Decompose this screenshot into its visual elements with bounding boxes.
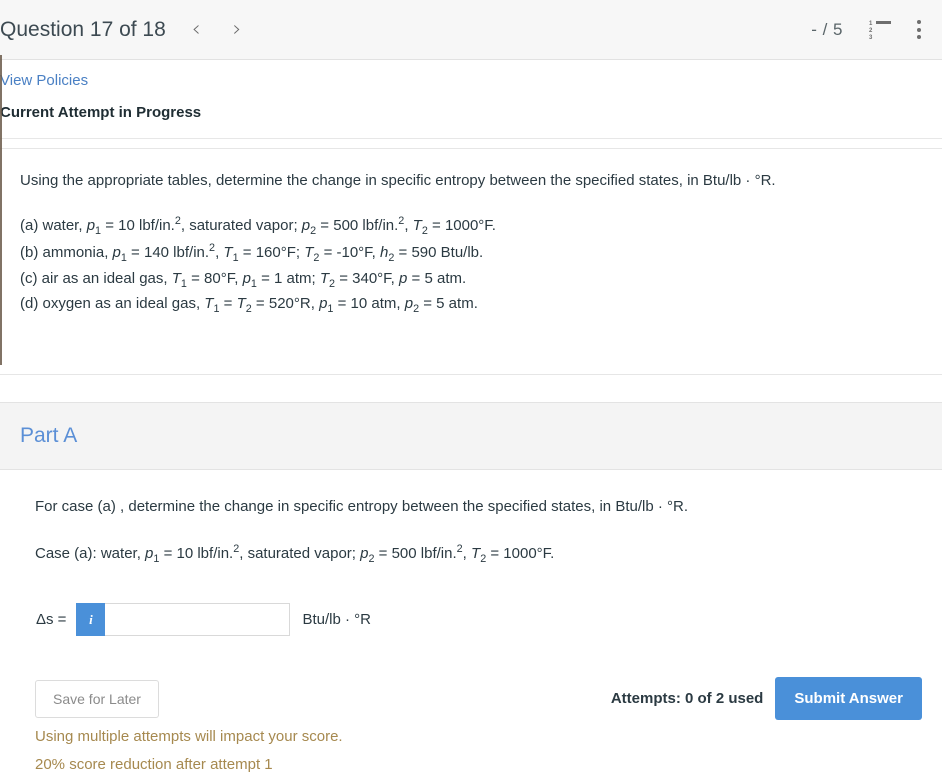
policies-section: View Policies Current Attempt in Progres… bbox=[0, 60, 942, 121]
question-navigation: ‹ › bbox=[192, 18, 242, 41]
answer-row: Δs = i Btu/lb · °R bbox=[35, 603, 922, 637]
score-badge: - / 5 bbox=[811, 19, 843, 39]
submit-answer-button[interactable]: Submit Answer bbox=[775, 677, 922, 721]
info-icon[interactable]: i bbox=[76, 603, 106, 637]
question-case-b: (b) ammonia, p1 = 140 lbf/in.2, T1 = 160… bbox=[20, 241, 484, 264]
part-a-header: Part A bbox=[0, 402, 942, 470]
question-case-c: (c) air as an ideal gas, T1 = 80°F, p1 =… bbox=[20, 269, 467, 290]
previous-question-icon[interactable]: ‹ bbox=[192, 18, 201, 41]
header-divider bbox=[0, 138, 942, 139]
header-right-group: - / 5 1 2 3 bbox=[811, 19, 922, 41]
numbered-list-icon-digit-1: 1 bbox=[869, 21, 873, 27]
attempts-counter: Attempts: 0 of 2 used bbox=[610, 690, 764, 708]
delta-s-label: Δs = bbox=[36, 611, 67, 629]
part-a-case-restatement: Case (a): water, p1 = 10 lbf/in.2, satur… bbox=[35, 543, 555, 565]
question-prompt: Using the appropriate tables, determine … bbox=[20, 172, 776, 189]
numbered-list-icon[interactable]: 1 2 3 bbox=[869, 21, 891, 41]
next-question-icon[interactable]: › bbox=[233, 18, 242, 41]
question-footer: Save for Later Attempts: 0 of 2 used Sub… bbox=[0, 677, 942, 776]
footer-submit-group: Attempts: 0 of 2 used Submit Answer bbox=[610, 677, 922, 721]
question-case-a: (a) water, p1 = 10 lbf/in.2, saturated v… bbox=[20, 215, 496, 238]
kebab-menu-icon[interactable] bbox=[917, 20, 922, 39]
numbered-list-icon-digit-3: 3 bbox=[869, 35, 873, 41]
answer-input[interactable] bbox=[105, 603, 291, 637]
left-edge-strip bbox=[0, 55, 2, 365]
attempt-warning-line-2: 20% score reduction after attempt 1 bbox=[35, 755, 273, 773]
question-header: Question 17 of 18 ‹ › - / 5 1 2 3 bbox=[0, 0, 942, 60]
answer-input-group: i bbox=[76, 603, 291, 637]
question-card: Using the appropriate tables, determine … bbox=[0, 148, 942, 375]
attempt-status-label: Current Attempt in Progress bbox=[0, 104, 202, 121]
page-title: Question 17 of 18 bbox=[0, 17, 166, 41]
numbered-list-icon-digit-2: 2 bbox=[869, 28, 873, 34]
footer-actions: Save for Later Attempts: 0 of 2 used Sub… bbox=[35, 677, 922, 721]
part-a-instruction: For case (a) , determine the change in s… bbox=[35, 498, 688, 515]
part-a-body: For case (a) , determine the change in s… bbox=[0, 470, 942, 637]
answer-units-label: Btu/lb · °R bbox=[302, 611, 371, 629]
view-policies-link[interactable]: View Policies bbox=[0, 72, 88, 89]
question-case-list: (a) water, p1 = 10 lbf/in.2, saturated v… bbox=[20, 213, 922, 318]
question-case-d: (d) oxygen as an ideal gas, T1 = T2 = 52… bbox=[20, 295, 478, 316]
part-a-title: Part A bbox=[20, 424, 78, 447]
save-for-later-button[interactable]: Save for Later bbox=[35, 679, 159, 718]
attempt-warning-line-1: Using multiple attempts will impact your… bbox=[35, 728, 343, 746]
